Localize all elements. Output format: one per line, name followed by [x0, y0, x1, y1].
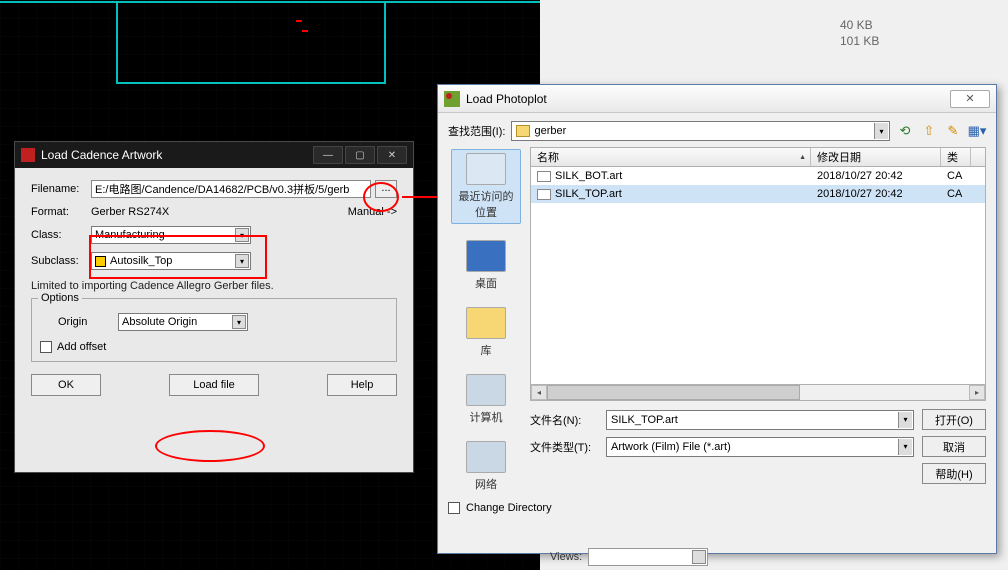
- class-label: Class:: [31, 229, 91, 241]
- view-menu-button[interactable]: ▦▾: [968, 122, 986, 140]
- chevron-down-icon: ▾: [898, 412, 912, 428]
- filesize-text: 40 KB: [840, 18, 873, 32]
- place-computer[interactable]: 计算机: [451, 374, 521, 425]
- place-network[interactable]: 网络: [451, 441, 521, 492]
- col-date[interactable]: 修改日期: [811, 148, 941, 166]
- subclass-label: Subclass:: [31, 255, 91, 267]
- new-folder-button[interactable]: ✎: [944, 122, 962, 140]
- back-button[interactable]: ⟲: [896, 122, 914, 140]
- place-recent[interactable]: 最近访问的位置: [451, 149, 521, 224]
- open-button[interactable]: 打开(O): [922, 409, 986, 430]
- look-in-label: 查找范围(I):: [448, 123, 505, 139]
- cancel-button[interactable]: 取消: [922, 436, 986, 457]
- chevron-down-icon: ▾: [235, 254, 249, 268]
- horizontal-scrollbar[interactable]: ◂ ▸: [530, 385, 986, 401]
- folder-icon: [516, 125, 530, 137]
- options-title: Options: [38, 292, 82, 304]
- chevron-down-icon: ▾: [235, 228, 249, 242]
- load-photoplot-dialog: Load Photoplot ✕ 查找范围(I): gerber ▾ ⟲ ⇧ ✎…: [437, 84, 997, 554]
- filename-combo[interactable]: SILK_TOP.art ▾: [606, 410, 914, 430]
- up-button[interactable]: ⇧: [920, 122, 938, 140]
- dialog-titlebar[interactable]: Load Photoplot ✕: [438, 85, 996, 113]
- manual-link[interactable]: Manual ->: [348, 206, 397, 218]
- add-offset-label: Add offset: [57, 341, 106, 353]
- library-icon: [466, 307, 506, 339]
- file-list-header: 名称 ▲ 修改日期 类: [530, 147, 986, 167]
- class-value: Manufacturing: [95, 229, 165, 241]
- change-directory-checkbox[interactable]: Change Directory: [448, 502, 986, 514]
- app-icon: [21, 148, 35, 162]
- close-button[interactable]: ✕: [377, 146, 407, 164]
- format-label: Format:: [31, 206, 91, 218]
- col-type[interactable]: 类: [941, 148, 971, 166]
- places-bar: 最近访问的位置 桌面 库 计算机 网络: [448, 147, 524, 492]
- views-combo[interactable]: [588, 548, 708, 566]
- scroll-thumb[interactable]: [547, 385, 800, 400]
- network-icon: [466, 441, 506, 473]
- recent-icon: [466, 153, 506, 185]
- color-swatch: [95, 256, 106, 267]
- class-combo[interactable]: Manufacturing ▾: [91, 226, 251, 244]
- filetype-combo[interactable]: Artwork (Film) File (*.art) ▾: [606, 437, 914, 457]
- dialog-title: Load Cadence Artwork: [41, 148, 162, 162]
- origin-combo[interactable]: Absolute Origin ▾: [118, 313, 248, 331]
- scroll-left-button[interactable]: ◂: [531, 385, 547, 400]
- file-row-selected[interactable]: SILK_TOP.art 2018/10/27 20:42 CA: [531, 185, 985, 203]
- subclass-value: Autosilk_Top: [110, 255, 172, 267]
- file-icon: [537, 171, 551, 182]
- checkbox-box: [40, 341, 52, 353]
- close-button[interactable]: ✕: [950, 90, 990, 108]
- dialog-titlebar[interactable]: Load Cadence Artwork — ▢ ✕: [15, 142, 413, 168]
- views-stub: Views:: [550, 546, 750, 568]
- help-button[interactable]: 帮助(H): [922, 463, 986, 484]
- maximize-button[interactable]: ▢: [345, 146, 375, 164]
- chevron-down-icon: ▾: [874, 123, 888, 139]
- add-offset-checkbox[interactable]: Add offset: [40, 341, 388, 353]
- filename-input[interactable]: [91, 180, 371, 198]
- look-in-value: gerber: [534, 125, 566, 137]
- desktop-icon: [466, 240, 506, 272]
- origin-value: Absolute Origin: [122, 316, 197, 328]
- sort-asc-icon: ▲: [799, 154, 806, 161]
- filename-label: Filename:: [31, 183, 91, 195]
- annotation-circle: [155, 430, 265, 462]
- origin-label: Origin: [58, 316, 118, 328]
- place-desktop[interactable]: 桌面: [451, 240, 521, 291]
- options-fieldset: Options Origin Absolute Origin ▾ Add off…: [31, 298, 397, 362]
- col-name[interactable]: 名称 ▲: [531, 148, 811, 166]
- filesize-text: 101 KB: [840, 34, 879, 48]
- browse-button[interactable]: ...: [375, 180, 397, 198]
- help-button[interactable]: Help: [327, 374, 397, 396]
- filename-label: 文件名(N):: [530, 412, 598, 428]
- load-file-button[interactable]: Load file: [169, 374, 259, 396]
- app-icon: [444, 91, 460, 107]
- place-library[interactable]: 库: [451, 307, 521, 358]
- computer-icon: [466, 374, 506, 406]
- format-value: Gerber RS274X: [91, 206, 169, 218]
- file-icon: [537, 189, 551, 200]
- load-cadence-artwork-dialog: Load Cadence Artwork — ▢ ✕ Filename: ...…: [14, 141, 414, 473]
- file-list[interactable]: SILK_BOT.art 2018/10/27 20:42 CA SILK_TO…: [530, 167, 986, 385]
- checkbox-box: [448, 502, 460, 514]
- minimize-button[interactable]: —: [313, 146, 343, 164]
- scroll-track[interactable]: [547, 385, 969, 400]
- import-note: Limited to importing Cadence Allegro Ger…: [31, 280, 397, 292]
- file-row[interactable]: SILK_BOT.art 2018/10/27 20:42 CA: [531, 167, 985, 185]
- look-in-combo[interactable]: gerber ▾: [511, 121, 890, 141]
- dialog-title: Load Photoplot: [466, 92, 547, 106]
- chevron-down-icon: ▾: [898, 439, 912, 455]
- chevron-down-icon: [692, 550, 706, 564]
- chevron-down-icon: ▾: [232, 315, 246, 329]
- filetype-label: 文件类型(T):: [530, 439, 598, 455]
- scroll-right-button[interactable]: ▸: [969, 385, 985, 400]
- ok-button[interactable]: OK: [31, 374, 101, 396]
- subclass-combo[interactable]: Autosilk_Top ▾: [91, 252, 251, 270]
